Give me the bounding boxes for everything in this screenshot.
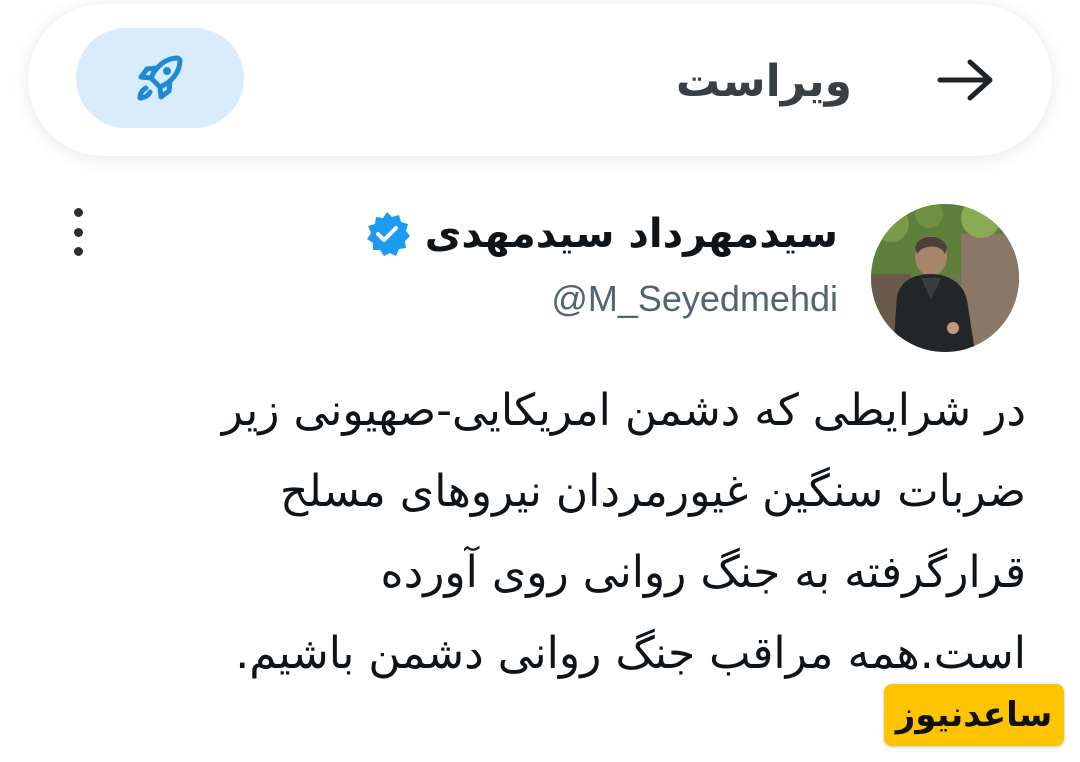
page-title: ویراست bbox=[675, 56, 852, 107]
verified-badge-icon bbox=[363, 210, 411, 258]
more-vertical-icon bbox=[73, 208, 83, 217]
display-name[interactable]: سیدمهرداد سیدمهدی bbox=[425, 211, 838, 257]
rocket-icon bbox=[137, 55, 183, 101]
watermark-logo: ساعدنیوز bbox=[884, 684, 1064, 746]
back-button[interactable] bbox=[930, 44, 1002, 116]
tweet-text-line: است.همه مراقب جنگ روانی دشمن باشیم. bbox=[235, 628, 1026, 679]
author-row: سیدمهرداد سیدمهدی bbox=[363, 210, 838, 258]
arrow-right-icon bbox=[937, 59, 993, 101]
boost-button[interactable] bbox=[76, 28, 244, 128]
tweet-text: در شرایطی که دشمن امریکایی-صهیونی زیر ضر… bbox=[46, 370, 1026, 694]
user-handle[interactable]: @M_Seyedmehdi bbox=[551, 278, 838, 320]
tweet-text-line: ضربات سنگین غیورمردان نیروهای مسلح bbox=[279, 466, 1026, 517]
tweet-text-line: قرارگرفته به جنگ روانی روی آورده bbox=[380, 547, 1026, 598]
more-options-button[interactable] bbox=[60, 204, 96, 260]
tweet-text-line: در شرایطی که دشمن امریکایی-صهیونی زیر bbox=[221, 385, 1026, 436]
top-bar: ویراست bbox=[28, 4, 1052, 156]
avatar[interactable] bbox=[871, 204, 1019, 352]
